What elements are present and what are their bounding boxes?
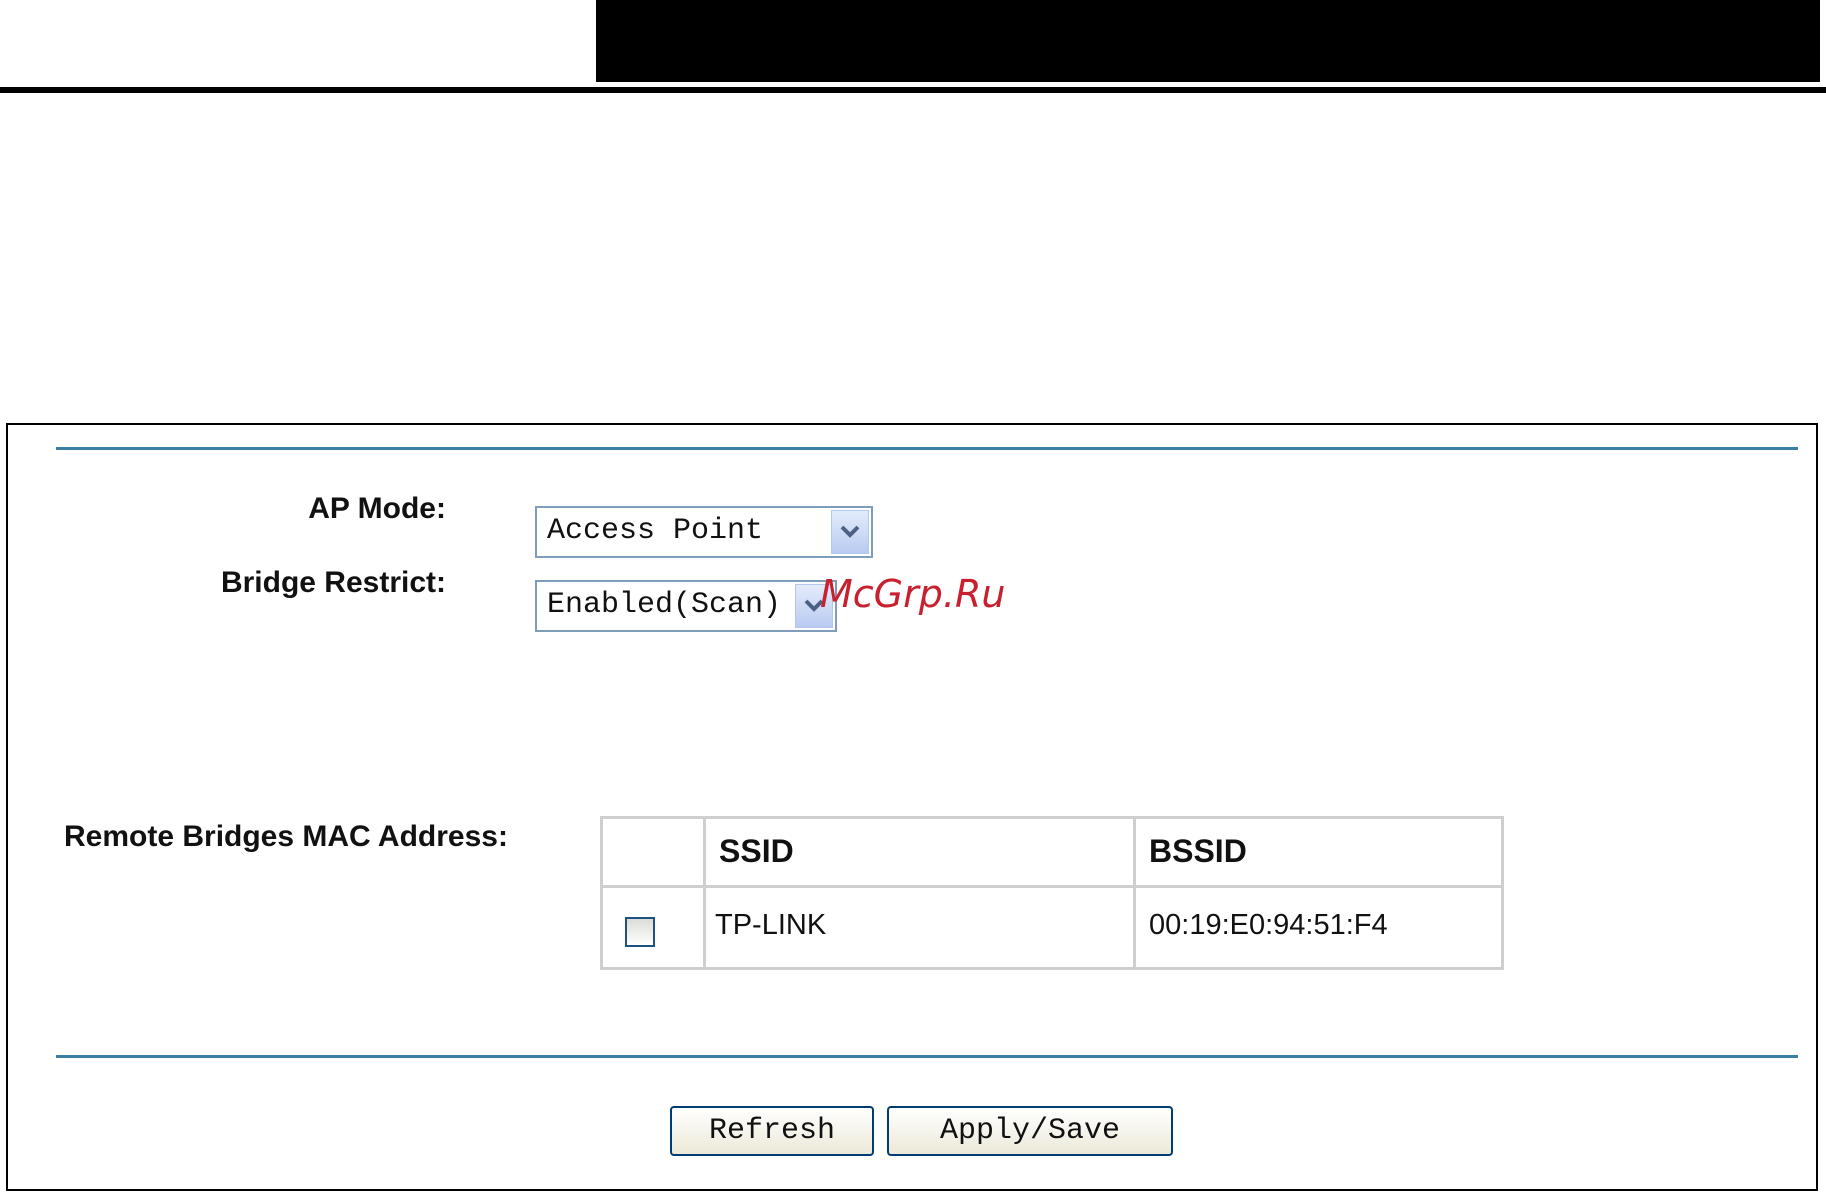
bridge-restrict-select[interactable]: Enabled(Scan) (535, 580, 837, 632)
bridge-restrict-label: Bridge Restrict: (220, 566, 446, 599)
header-banner (596, 0, 1820, 82)
column-divider (703, 819, 706, 967)
bssid-header: BSSID (1149, 833, 1247, 869)
apply-save-button[interactable]: Apply/Save (887, 1106, 1173, 1156)
ap-mode-select[interactable]: Access Point (535, 506, 873, 558)
remote-bridges-table: SSID BSSID TP-LINK 00:19:E0:94:51:F4 (600, 816, 1504, 970)
header-divider (0, 87, 1826, 93)
bottom-divider (56, 1055, 1798, 1058)
remote-bridges-label: Remote Bridges MAC Address: (64, 820, 508, 853)
settings-panel (6, 423, 1818, 1191)
ap-mode-label: AP Mode: (308, 492, 446, 525)
ap-mode-value: Access Point (547, 514, 764, 548)
watermark: McGrp.Ru (820, 572, 1006, 616)
bridge-restrict-value: Enabled(Scan) (547, 588, 782, 622)
bssid-cell: 00:19:E0:94:51:F4 (1149, 909, 1388, 941)
row-select-checkbox[interactable] (625, 917, 655, 947)
ssid-header: SSID (719, 833, 794, 869)
top-divider (56, 447, 1798, 450)
chevron-down-icon[interactable] (831, 510, 869, 554)
header-row-divider (603, 885, 1501, 888)
column-divider (1133, 819, 1136, 967)
refresh-button[interactable]: Refresh (670, 1106, 874, 1156)
ssid-cell: TP-LINK (715, 909, 827, 941)
